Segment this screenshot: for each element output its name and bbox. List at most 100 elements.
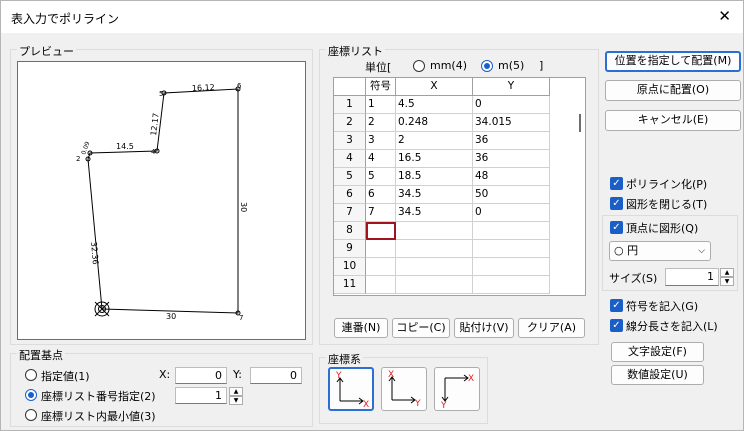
seg-label: 32.36	[89, 241, 100, 265]
cell-x[interactable]: 34.5	[396, 204, 473, 222]
cell-symbol[interactable]: 3	[366, 132, 396, 150]
cell-y[interactable]	[473, 222, 550, 240]
copy-button[interactable]: コピー(C)	[392, 318, 450, 338]
coord-system-option-3[interactable]: YX	[434, 367, 480, 411]
cell-x[interactable]	[396, 276, 473, 294]
unit-mm-radio[interactable]	[413, 60, 425, 72]
row-number: 3	[334, 132, 366, 150]
cell-y[interactable]: 0	[473, 204, 550, 222]
polyline-checkbox[interactable]: ✓	[610, 177, 623, 190]
cell-y[interactable]: 34.015	[473, 114, 550, 132]
size-input[interactable]: 1	[665, 268, 719, 286]
cell-x[interactable]: 18.5	[396, 168, 473, 186]
cell-symbol[interactable]: 7	[366, 204, 396, 222]
axis-icon-down-right: YX	[440, 374, 474, 411]
shape-select-value: ○ 円	[614, 244, 639, 257]
pt-label: 4	[151, 148, 156, 156]
cell-symbol[interactable]: 4	[366, 150, 396, 168]
cell-y[interactable]: 36	[473, 150, 550, 168]
row-number: 6	[334, 186, 366, 204]
cell-x[interactable]: 16.5	[396, 150, 473, 168]
seg-label: 16.12	[192, 83, 215, 93]
number-setting-button[interactable]: 数値設定(U)	[611, 365, 704, 385]
window-title: 表入力でポリライン	[11, 12, 120, 26]
polyline-label: ポリライン化(P)	[626, 178, 708, 191]
cell-symbol[interactable]: 2	[366, 114, 396, 132]
cell-symbol[interactable]	[366, 222, 396, 240]
row-number: 10	[334, 258, 366, 276]
close-shape-label: 図形を閉じる(T)	[626, 198, 708, 211]
size-spin-up[interactable]: ▲	[720, 268, 734, 277]
close-shape-checkbox[interactable]: ✓	[610, 197, 623, 210]
list-no-input[interactable]: 1	[175, 387, 227, 404]
cancel-button[interactable]: キャンセル(E)	[605, 110, 741, 131]
base-opt3-label: 座標リスト内最小値(3)	[41, 410, 156, 423]
unit-suffix: ]	[539, 59, 544, 72]
axis-icon-up-right: YX	[335, 371, 369, 410]
cell-x[interactable]	[396, 258, 473, 276]
renumber-button[interactable]: 連番(N)	[334, 318, 388, 338]
seg-label: 30	[166, 312, 176, 321]
vertex-shape-checkbox[interactable]: ✓	[610, 221, 623, 234]
cell-x[interactable]	[396, 240, 473, 258]
list-no-spin-up[interactable]: ▲	[229, 387, 243, 396]
svg-text:X: X	[363, 400, 369, 409]
cell-symbol[interactable]: 1	[366, 96, 396, 114]
unit-mm-label: mm(4)	[430, 59, 468, 72]
text-setting-button[interactable]: 文字設定(F)	[611, 342, 704, 362]
cell-x[interactable]: 0.248	[396, 114, 473, 132]
row-number: 1	[334, 96, 366, 114]
size-label: サイズ(S)	[609, 272, 658, 285]
base-opt2-radio[interactable]	[25, 389, 37, 401]
list-no-spin-down[interactable]: ▼	[229, 396, 243, 405]
base-opt3-radio[interactable]	[25, 409, 37, 421]
coord-system-option-1[interactable]: YX	[328, 367, 374, 411]
cell-y[interactable]: 36	[473, 132, 550, 150]
size-spin-down[interactable]: ▼	[720, 277, 734, 286]
base-opt1-label: 指定値(1)	[41, 370, 90, 383]
y-input[interactable]: 0	[250, 367, 302, 384]
shape-select[interactable]: ○ 円 ⌵	[609, 241, 711, 261]
base-opt1-radio[interactable]	[25, 369, 37, 381]
cell-y[interactable]	[473, 240, 550, 258]
unit-prefix: 単位[	[365, 61, 392, 74]
pt-label: 6	[237, 82, 242, 90]
base-opt2-label: 座標リスト番号指定(2)	[41, 390, 156, 403]
row-number: 5	[334, 168, 366, 186]
cell-symbol[interactable]	[366, 240, 396, 258]
close-icon[interactable]: ✕	[718, 7, 731, 25]
write-length-checkbox[interactable]: ✓	[610, 319, 623, 332]
cell-y[interactable]: 50	[473, 186, 550, 204]
cell-x[interactable]: 34.5	[396, 186, 473, 204]
cell-symbol[interactable]: 5	[366, 168, 396, 186]
cell-y[interactable]	[473, 258, 550, 276]
paste-button[interactable]: 貼付け(V)	[454, 318, 514, 338]
cell-x[interactable]: 2	[396, 132, 473, 150]
coord-table[interactable]: 符号 X Y 1 1 4.5 0 2 2 0.248 34.015 3 3 2 36 4 4 16.5 36 5…	[333, 77, 586, 296]
vertical-scrollbar[interactable]	[579, 114, 581, 132]
clear-button[interactable]: クリア(A)	[518, 318, 585, 338]
coordlist-label: 座標リスト	[326, 43, 385, 59]
place-at-position-button[interactable]: 位置を指定して配置(M)	[605, 51, 741, 72]
cell-y[interactable]	[473, 276, 550, 294]
write-symbol-checkbox[interactable]: ✓	[610, 299, 623, 312]
unit-m-label: m(5)	[498, 59, 525, 72]
unit-m-radio[interactable]	[481, 60, 493, 72]
preview-canvas: 16.12 12.17 14.5 0.09 32.36 30 30 2 4 5 …	[17, 61, 306, 340]
write-symbol-label: 符号を記入(G)	[626, 300, 699, 313]
cell-y[interactable]: 48	[473, 168, 550, 186]
row-number: 11	[334, 276, 366, 294]
pt-label: 5	[159, 90, 163, 98]
x-input[interactable]: 0	[175, 367, 227, 384]
x-label: X:	[159, 368, 171, 381]
coord-system-option-2[interactable]: XY	[381, 367, 427, 411]
cell-symbol[interactable]: 6	[366, 186, 396, 204]
vertex-shape-label: 頂点に図形(Q)	[626, 222, 699, 235]
cell-x[interactable]	[396, 222, 473, 240]
place-at-origin-button[interactable]: 原点に配置(O)	[605, 80, 741, 101]
cell-x[interactable]: 4.5	[396, 96, 473, 114]
cell-symbol[interactable]	[366, 276, 396, 294]
cell-y[interactable]: 0	[473, 96, 550, 114]
preview-label: プレビュー	[17, 43, 76, 59]
cell-symbol[interactable]	[366, 258, 396, 276]
